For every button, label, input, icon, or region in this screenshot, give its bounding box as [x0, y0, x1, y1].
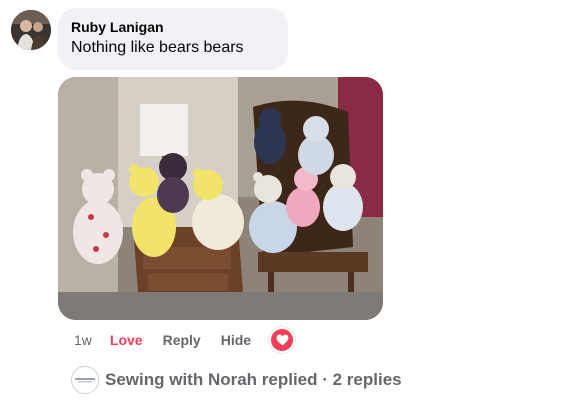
heart-icon — [276, 334, 289, 346]
avatar-photo — [11, 10, 51, 50]
hide-button[interactable]: Hide — [221, 332, 251, 348]
comment-photo[interactable] — [58, 77, 383, 320]
love-button[interactable]: Love — [110, 332, 143, 348]
replies-summary: Sewing with Norah replied · 2 replies — [105, 370, 402, 389]
brand-logo-icon — [75, 378, 95, 383]
reply-button[interactable]: Reply — [163, 332, 201, 348]
comment-actions: 1w Love Reply Hide — [74, 327, 296, 353]
reaction-badge[interactable] — [269, 327, 296, 353]
comment-author[interactable]: Ruby Lanigan — [71, 18, 276, 36]
reply-author-avatar — [71, 366, 99, 394]
view-replies-link[interactable]: Sewing with Norah replied · 2 replies — [71, 366, 402, 394]
comment-bubble: Ruby Lanigan Nothing like bears bears — [58, 8, 288, 70]
teddy-bears-photo — [58, 77, 383, 320]
comment-timestamp[interactable]: 1w — [74, 332, 92, 348]
commenter-avatar[interactable] — [11, 10, 51, 50]
comment-text: Nothing like bears bears — [71, 39, 244, 56]
